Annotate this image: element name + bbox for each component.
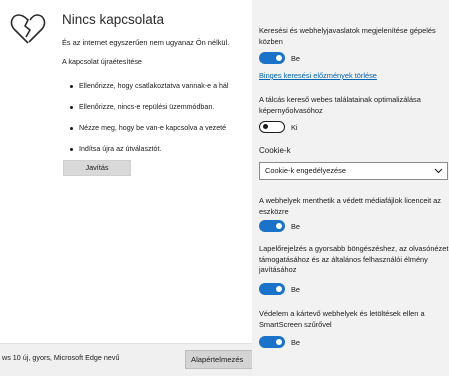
search-suggestions-label: Keresési és webhelyjavaslatok megjelenít… (259, 26, 436, 46)
smartscreen-toggle[interactable] (259, 336, 285, 348)
smartscreen-label: Védelem a kártevő webhelyek és letöltése… (259, 309, 425, 329)
media-licenses-toggle[interactable] (259, 220, 285, 232)
smartscreen-toggle-label: Be (291, 338, 301, 347)
checklist-item: Ellenőrizze, nincs-e repülési üzemmódban… (70, 103, 228, 124)
notification-text: ws 10 új, gyors, Microsoft Edge nevű (2, 353, 120, 362)
error-page: Nincs kapcsolata És az internet egyszerű… (0, 0, 252, 376)
broken-heart-icon (10, 14, 46, 44)
clear-history-link[interactable]: Binges keresési előzmények törlése (259, 71, 377, 80)
fix-button[interactable]: Javítás (63, 160, 131, 176)
error-description: És az internet egyszerűen nem ugyanaz Ön… (62, 38, 230, 47)
error-title: Nincs kapcsolata (62, 12, 165, 27)
set-default-button[interactable]: Alapértelmezés (185, 350, 252, 369)
checklist-item: Ellenőrizze, hogy csatlakoztatva vannak-… (70, 82, 228, 103)
search-suggestions-toggle-label: Be (291, 54, 301, 63)
media-licenses-label: A webhelyek menthetik a védett médiafájl… (259, 196, 441, 216)
taskbar-optimize-toggle[interactable] (259, 121, 285, 133)
page-prediction-label: Lapelőrejelzés a gyorsabb böngészéshez, … (259, 244, 449, 274)
error-subheading: A kapcsolat újraétesítése (62, 57, 142, 66)
cookies-label: Cookie-k (259, 146, 291, 155)
settings-pane: Keresési és webhelyjavaslatok megjelenít… (252, 0, 449, 376)
notification-bar: ws 10 új, gyors, Microsoft Edge nevű Ala… (0, 343, 252, 376)
checklist-item: Nézze meg, hogy be van-e kapcsolva a vez… (70, 124, 228, 145)
cookies-dropdown[interactable]: Cookie-k engedélyezése (259, 162, 448, 180)
checklist: Ellenőrizze, hogy csatlakoztatva vannak-… (70, 82, 228, 166)
cookies-dropdown-value: Cookie-k engedélyezése (265, 166, 346, 175)
taskbar-optimize-label: A tálcás kereső webes találatainak optim… (259, 95, 421, 115)
page-prediction-toggle-label: Be (291, 285, 301, 294)
page-prediction-toggle[interactable] (259, 283, 285, 295)
search-suggestions-toggle[interactable] (259, 52, 285, 64)
media-licenses-toggle-label: Be (291, 222, 301, 231)
taskbar-optimize-toggle-label: Ki (291, 123, 298, 132)
chevron-down-icon (434, 168, 443, 174)
